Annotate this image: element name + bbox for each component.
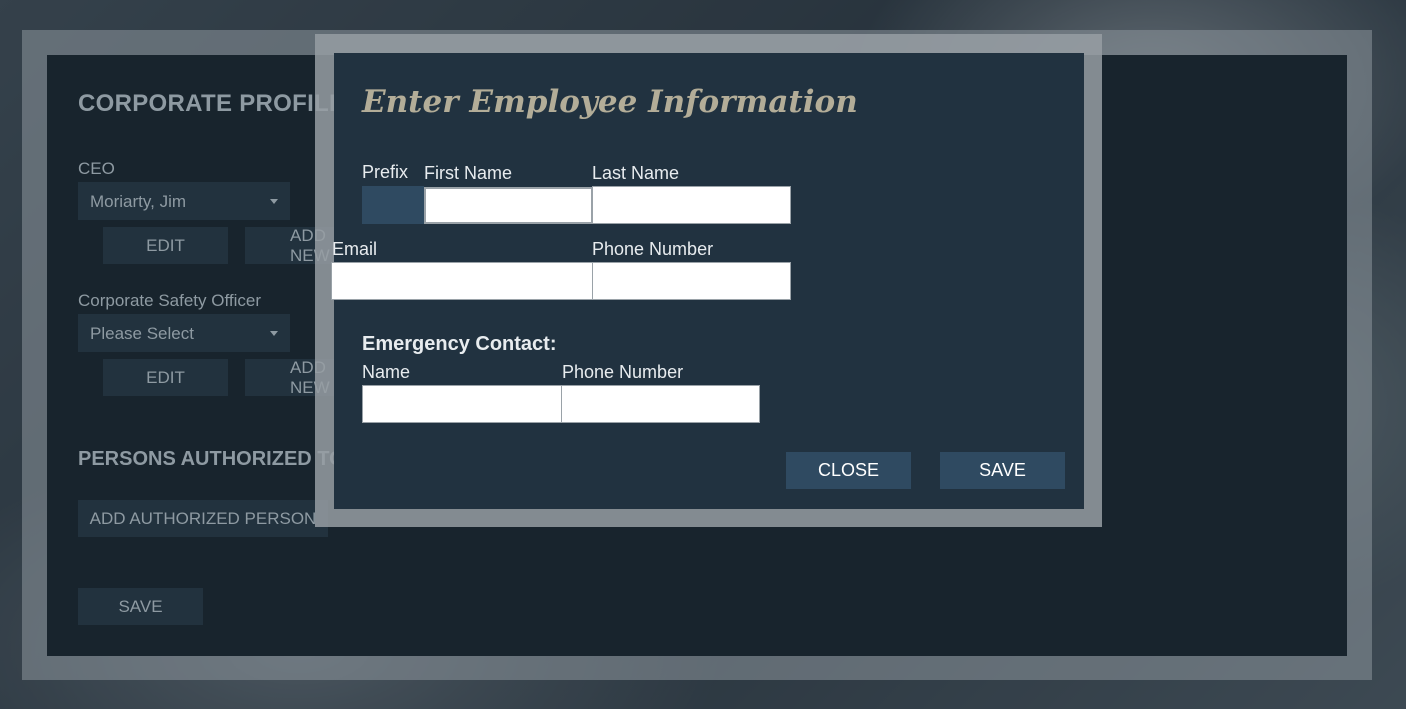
emergency-phone-label: Phone Number — [562, 362, 684, 382]
safety-officer-edit-button[interactable]: EDIT — [103, 359, 228, 396]
caret-down-icon — [270, 331, 278, 336]
first-name-input[interactable] — [424, 187, 593, 224]
ceo-label: CEO — [78, 159, 115, 178]
page-title: CORPORATE PROFILE — [78, 90, 346, 117]
save-button[interactable]: SAVE — [940, 452, 1065, 489]
caret-down-icon — [270, 199, 278, 204]
email-input[interactable] — [331, 262, 593, 300]
emergency-name-label: Name — [362, 362, 411, 382]
close-button[interactable]: CLOSE — [786, 452, 911, 489]
prefix-select[interactable] — [362, 186, 424, 224]
ceo-select[interactable]: Moriarty, Jim — [78, 182, 290, 220]
safety-officer-label: Corporate Safety Officer — [78, 291, 261, 310]
ceo-edit-button[interactable]: EDIT — [103, 227, 228, 264]
authorized-persons-heading: PERSONS AUTHORIZED TO — [78, 448, 345, 470]
first-name-label: First Name — [424, 163, 513, 183]
modal-title: Enter Employee Information — [362, 84, 858, 120]
last-name-label: Last Name — [592, 163, 680, 183]
emergency-name-input[interactable] — [362, 385, 562, 423]
safety-officer-select[interactable]: Please Select — [78, 314, 290, 352]
ceo-select-value: Moriarty, Jim — [90, 192, 187, 211]
prefix-label: Prefix — [362, 162, 409, 182]
phone-number-label: Phone Number — [592, 239, 714, 259]
last-name-input[interactable] — [592, 186, 791, 224]
phone-number-input[interactable] — [592, 262, 791, 300]
add-authorized-person-button[interactable]: ADD AUTHORIZED PERSON — [78, 500, 328, 537]
safety-officer-select-value: Please Select — [90, 324, 194, 343]
emergency-phone-input[interactable] — [561, 385, 760, 423]
email-label: Email — [332, 239, 378, 259]
panel-save-button[interactable]: SAVE — [78, 588, 203, 625]
emergency-contact-heading: Emergency Contact: — [362, 333, 557, 355]
